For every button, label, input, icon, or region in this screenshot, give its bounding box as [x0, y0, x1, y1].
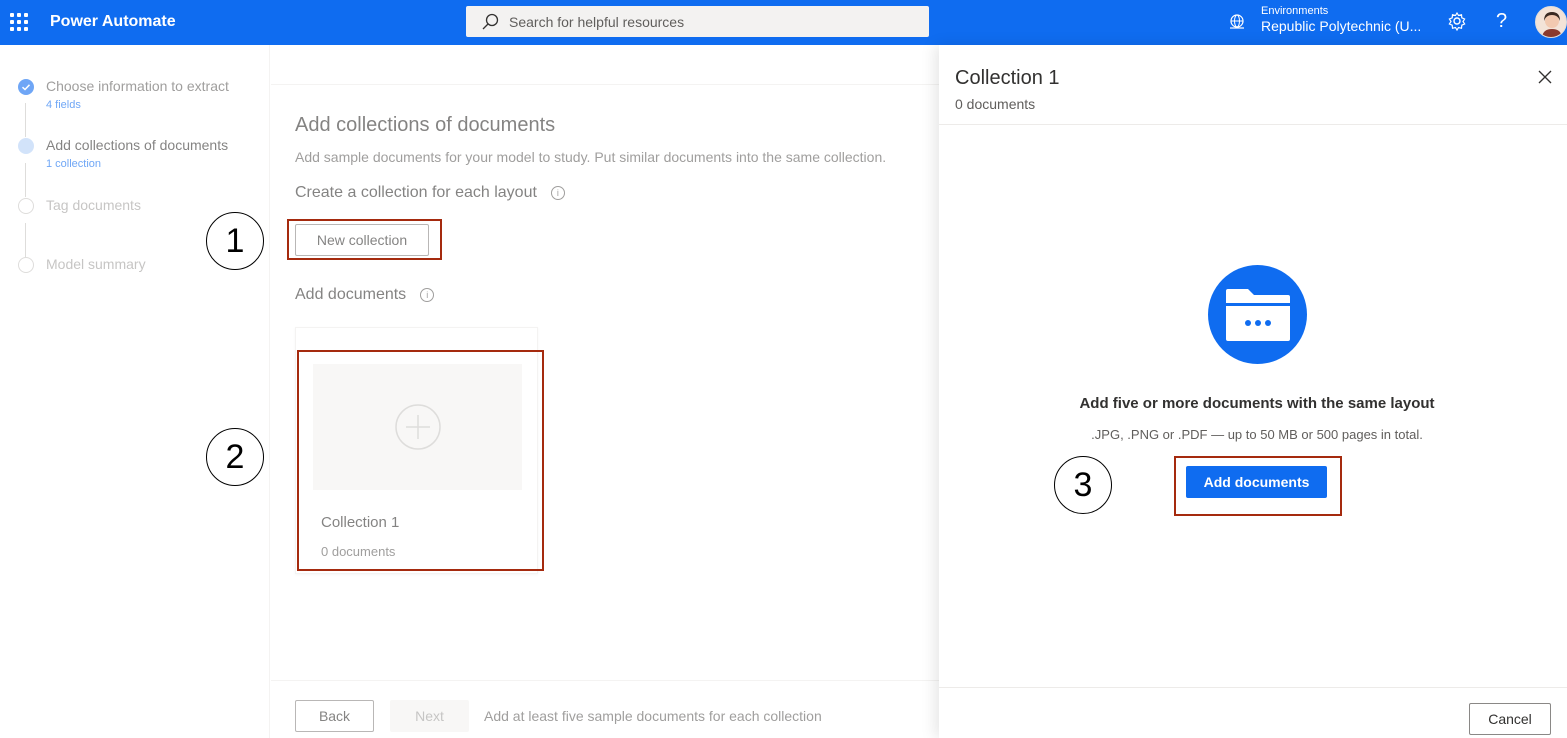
folder-icon	[1225, 288, 1290, 341]
environment-label: Environments	[1261, 5, 1329, 17]
info-icon[interactable]: i	[420, 287, 435, 302]
step-sublabel: 4 fields	[46, 99, 81, 111]
current-step-indicator	[18, 138, 34, 154]
create-collection-heading: Create a collection for each layout i	[295, 184, 565, 202]
collection-panel: Collection 1 0 documents Add five or mor…	[939, 45, 1567, 738]
back-button[interactable]: Back	[295, 700, 374, 732]
collection-doc-count: 0 documents	[321, 544, 396, 559]
search-icon	[482, 13, 499, 29]
divider	[271, 84, 939, 85]
page-description: Add sample documents for your model to s…	[295, 149, 887, 165]
pending-step-indicator	[18, 257, 34, 273]
create-collection-label: Create a collection for each layout	[295, 184, 537, 201]
divider	[939, 124, 1567, 125]
annotation-number-3: 3	[1054, 456, 1112, 514]
step-label: Model summary	[46, 256, 146, 272]
avatar[interactable]	[1535, 6, 1567, 38]
step-connector	[25, 103, 26, 137]
close-icon[interactable]	[1538, 70, 1552, 84]
collection-card[interactable]: Collection 1 0 documents	[295, 327, 538, 574]
search-input[interactable]	[509, 13, 909, 30]
divider	[271, 680, 939, 681]
environment-icon[interactable]	[1228, 13, 1246, 31]
annotation-number-2: 2	[206, 428, 264, 486]
wizard-steps: Choose information to extract 4 fields A…	[0, 45, 270, 738]
waffle-icon[interactable]	[10, 13, 28, 31]
cancel-button[interactable]: Cancel	[1469, 703, 1551, 735]
annotation-number-1: 1	[206, 212, 264, 270]
step-label: Tag documents	[46, 197, 141, 213]
empty-state-subtitle: .JPG, .PNG or .PDF — up to 50 MB or 500 …	[1091, 427, 1423, 442]
environment-picker[interactable]: Environments Republic Polytechnic (U...	[1261, 5, 1421, 34]
step-label: Choose information to extract	[46, 78, 229, 94]
panel-subtitle: 0 documents	[955, 96, 1036, 112]
step-connector	[25, 163, 26, 197]
footer-hint: Add at least five sample documents for e…	[484, 708, 822, 724]
step-connector	[25, 223, 26, 257]
top-bar: Power Automate Environments Republic Pol…	[0, 0, 1567, 45]
search-box[interactable]	[466, 6, 929, 37]
check-icon	[18, 79, 34, 95]
add-documents-button[interactable]: Add documents	[1186, 466, 1327, 498]
page-title: Add collections of documents	[295, 114, 556, 136]
app-title[interactable]: Power Automate	[50, 13, 176, 31]
empty-state-illustration	[1208, 265, 1307, 364]
add-documents-heading: Add documents i	[295, 286, 435, 304]
collection-title: Collection 1	[321, 514, 400, 531]
divider	[939, 687, 1567, 688]
main-content: Add collections of documents Add sample …	[271, 45, 939, 738]
settings-icon[interactable]	[1447, 11, 1467, 31]
info-icon[interactable]: i	[550, 185, 565, 200]
next-button[interactable]: Next	[390, 700, 469, 732]
pending-step-indicator	[18, 198, 34, 214]
environment-value: Republic Polytechnic (U...	[1261, 18, 1422, 34]
step-sublabel: 1 collection	[46, 158, 102, 170]
step-label: Add collections of documents	[46, 137, 229, 153]
add-circle-icon	[394, 404, 441, 450]
empty-state-title: Add five or more documents with the same…	[1079, 395, 1435, 412]
help-icon[interactable]: ?	[1496, 10, 1507, 33]
panel-title: Collection 1	[955, 67, 1060, 89]
collection-thumbnail[interactable]	[313, 364, 522, 490]
new-collection-button[interactable]: New collection	[295, 224, 429, 256]
add-documents-label: Add documents	[295, 286, 407, 303]
